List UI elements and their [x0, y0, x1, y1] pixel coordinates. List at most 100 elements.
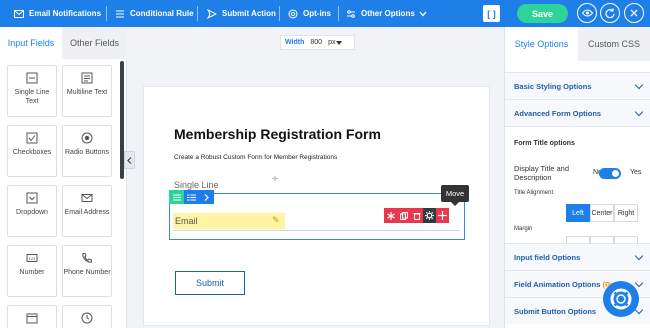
accordion-label: Basic Styling Options: [514, 81, 592, 91]
tab-input-fields[interactable]: Input Fields: [0, 27, 62, 59]
title-alignment-label: Title Alignment: [514, 190, 554, 196]
margin-right-input[interactable]: [590, 236, 614, 244]
preview-button[interactable]: [577, 3, 597, 23]
row-columns-button[interactable]: [184, 190, 199, 204]
gear-icon: [425, 211, 434, 220]
magic-wand-icon[interactable]: ✎: [272, 215, 280, 226]
field-dropdown[interactable]: Dropdown: [7, 185, 57, 237]
field-phone-number[interactable]: Phone Number: [62, 245, 112, 297]
margin-label: Margin: [514, 226, 533, 232]
tab-custom-css[interactable]: Custom CSS: [578, 27, 650, 61]
fields-panel: Input Fields Other Fields Single Line Te…: [0, 27, 127, 328]
calendar-icon: [26, 313, 38, 324]
form-title-options-heading: Form Title options: [514, 140, 575, 147]
close-icon: [630, 9, 638, 17]
submit-action-button[interactable]: Submit Action: [207, 0, 276, 27]
form-subtitle[interactable]: Create a Robust Custom Form for Member R…: [174, 154, 337, 161]
field-label: Multiline Text: [66, 89, 108, 96]
opt-ins-button[interactable]: Opt-ins: [288, 0, 331, 27]
trash-icon: [413, 212, 420, 220]
at-sign-icon: [288, 9, 298, 18]
chevron-down-icon: [419, 11, 427, 16]
field-label: Dropdown: [16, 209, 48, 216]
email-field-input[interactable]: Email: [173, 213, 285, 229]
margin-inputs: [566, 236, 638, 244]
save-button[interactable]: Save: [517, 4, 568, 23]
add-field-icon[interactable]: ✛: [272, 175, 278, 183]
conditional-rule-label: Conditional Rule: [130, 9, 194, 18]
row-menu-button[interactable]: [169, 190, 184, 204]
width-label: Width: [285, 39, 305, 46]
tab-other-fields[interactable]: Other Fields: [62, 27, 127, 59]
display-title-label: Display Title and Description: [514, 164, 570, 182]
chevron-down-icon: [634, 251, 644, 261]
accordion-advanced-form[interactable]: Advanced Form Options: [505, 99, 650, 126]
conditional-rule-button[interactable]: Conditional Rule: [115, 0, 194, 27]
accordion-label: Field Animation Options: [514, 279, 601, 289]
field-single-line-text[interactable]: Single Line Text: [7, 65, 57, 117]
field-radio-buttons[interactable]: Radio Buttons: [62, 125, 112, 177]
accordion-label: Input field Options: [514, 252, 581, 262]
duplicate-field-button[interactable]: [397, 208, 410, 223]
number-icon: 123: [26, 254, 38, 262]
other-options-button[interactable]: Other Options: [346, 0, 427, 27]
hamburger-icon: [172, 194, 181, 200]
field-date[interactable]: [7, 305, 57, 328]
email-notifications-button[interactable]: Email Notifications: [14, 0, 101, 27]
align-center-button[interactable]: Center: [590, 204, 614, 222]
eye-icon: [581, 9, 593, 17]
title-alignment-group: Left Center Right: [566, 204, 638, 222]
radio-icon: [81, 132, 93, 144]
history-button[interactable]: [600, 3, 620, 23]
checkbox-icon: [26, 132, 38, 144]
field-label: Checkboxes: [12, 149, 52, 156]
envelope-icon: [81, 194, 93, 202]
single-line-icon: [26, 72, 38, 84]
field-checkboxes[interactable]: Checkboxes: [7, 125, 57, 177]
copy-icon: [399, 211, 408, 220]
lifebuoy-icon: [610, 288, 632, 310]
rules-icon: [116, 10, 124, 17]
tab-style-options[interactable]: Style Options: [505, 27, 578, 61]
email-field-underline: [173, 230, 460, 231]
margin-bottom-input[interactable]: [614, 236, 638, 244]
field-email-address[interactable]: Email Address: [62, 185, 112, 237]
field-label: Single Line Text: [14, 89, 50, 105]
delete-field-button[interactable]: [410, 208, 423, 223]
display-title-toggle[interactable]: [599, 168, 621, 179]
accordion-label: Advanced Form Options: [514, 108, 602, 118]
field-settings-button[interactable]: [423, 208, 436, 223]
accordion-basic-styling[interactable]: Basic Styling Options: [505, 72, 650, 99]
other-options-label: Other Options: [361, 9, 415, 18]
align-left-button[interactable]: Left: [566, 204, 590, 222]
field-label: Email Address: [64, 209, 110, 216]
field-label: Phone Number: [63, 269, 111, 276]
field-number[interactable]: 123 Number: [7, 245, 57, 297]
form-title[interactable]: Membership Registration Form: [174, 126, 381, 142]
move-field-handle[interactable]: [436, 208, 449, 223]
multiline-icon: [81, 72, 93, 84]
align-right-button[interactable]: Right: [614, 204, 638, 222]
field-multiline-text[interactable]: Multiline Text: [62, 65, 112, 117]
margin-top-input[interactable]: [566, 236, 590, 244]
row-toolbar: [169, 190, 214, 204]
chevron-down-icon: [336, 40, 343, 45]
collapse-panel-button[interactable]: [124, 151, 135, 169]
field-time[interactable]: [62, 305, 112, 328]
required-field-button[interactable]: [384, 208, 397, 223]
columns-icon: [187, 193, 196, 201]
submit-button[interactable]: Submit: [175, 271, 245, 295]
close-builder-button[interactable]: [624, 3, 644, 23]
code-view-button[interactable]: [ ]: [483, 5, 500, 22]
width-unit-select[interactable]: px: [328, 39, 335, 46]
chevron-right-icon: [204, 193, 209, 201]
submit-action-label: Submit Action: [222, 9, 276, 18]
help-button[interactable]: [603, 281, 639, 317]
envelope-icon: [14, 9, 24, 18]
move-tooltip: Move: [441, 185, 469, 206]
toggle-yes-label: Yes: [630, 169, 642, 176]
email-notifications-label: Email Notifications: [29, 9, 102, 18]
width-input[interactable]: 800: [310, 39, 328, 46]
accordion-input-field[interactable]: Input field Options: [505, 243, 650, 270]
row-expand-button[interactable]: [199, 190, 214, 204]
